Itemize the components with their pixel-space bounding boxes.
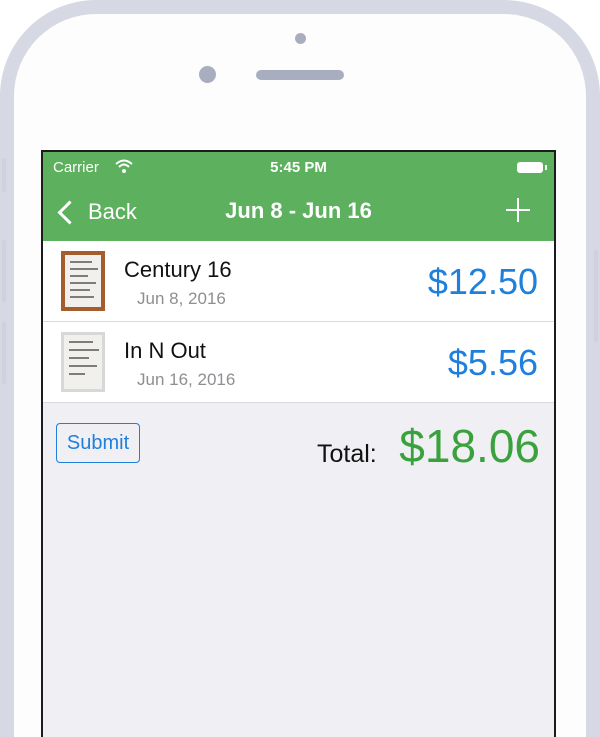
proximity-sensor bbox=[199, 66, 216, 83]
receipt-name: Century 16 bbox=[124, 257, 232, 282]
app-screen: Carrier 5:45 PM Back Jun 8 - Jun 16 Cent… bbox=[41, 150, 556, 737]
list-item[interactable]: Century 16 Jun 8, 2016 $12.50 bbox=[43, 241, 554, 322]
submit-button[interactable]: Submit bbox=[56, 423, 140, 463]
receipt-list: Century 16 Jun 8, 2016 $12.50 In N Out J… bbox=[43, 241, 554, 403]
navigation-bar: Carrier 5:45 PM Back Jun 8 - Jun 16 bbox=[43, 152, 554, 241]
total-value: $18.06 bbox=[399, 420, 540, 472]
receipt-name: In N Out bbox=[124, 338, 206, 363]
front-camera bbox=[295, 33, 306, 44]
receipt-date: Jun 8, 2016 bbox=[137, 289, 226, 308]
receipt-date: Jun 16, 2016 bbox=[137, 370, 236, 389]
receipt-thumbnail bbox=[61, 332, 105, 392]
mute-switch bbox=[2, 158, 6, 192]
total-label: Total: bbox=[317, 440, 377, 468]
volume-down-button bbox=[2, 322, 6, 384]
receipt-amount: $12.50 bbox=[427, 261, 538, 302]
receipt-amount: $5.56 bbox=[447, 342, 538, 383]
battery-icon bbox=[517, 162, 547, 173]
add-icon[interactable] bbox=[506, 198, 530, 222]
status-time: 5:45 PM bbox=[270, 159, 327, 176]
list-item[interactable]: In N Out Jun 16, 2016 $5.56 bbox=[43, 322, 554, 403]
status-bar: Carrier 5:45 PM bbox=[43, 152, 554, 182]
page-title: Jun 8 - Jun 16 bbox=[225, 198, 372, 223]
receipt-thumbnail bbox=[61, 251, 105, 311]
power-button bbox=[594, 250, 598, 342]
volume-up-button bbox=[2, 240, 6, 302]
earpiece-speaker bbox=[256, 70, 344, 80]
